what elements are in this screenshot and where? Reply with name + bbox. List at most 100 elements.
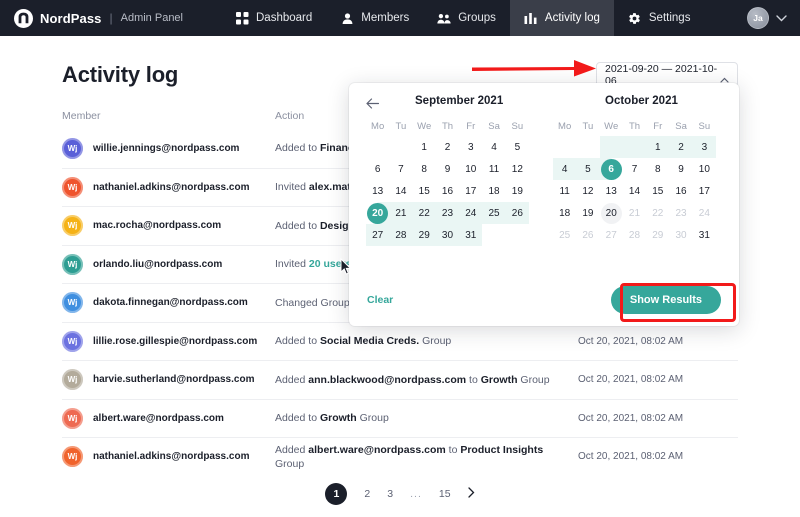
table-row[interactable]: Wjlillie.rose.gillespie@nordpass.comAdde… bbox=[62, 322, 738, 361]
calendar-day-label: 30 bbox=[442, 230, 453, 241]
calendar-day-11[interactable]: 11 bbox=[482, 158, 505, 180]
calendar-day-label: 1 bbox=[421, 142, 427, 153]
calendar-day-24[interactable]: 24 bbox=[459, 202, 482, 224]
calendar-day-4[interactable]: 4 bbox=[482, 136, 505, 158]
calendar-day-6[interactable]: 6 bbox=[366, 158, 389, 180]
calendar-day-label: 2 bbox=[678, 142, 684, 153]
calendar-day-4[interactable]: 4 bbox=[553, 158, 576, 180]
calendar-day-9[interactable]: 9 bbox=[669, 158, 692, 180]
account-avatar[interactable]: Ja bbox=[747, 7, 769, 29]
calendar-day-label: 25 bbox=[559, 230, 570, 241]
calendar-day-12[interactable]: 12 bbox=[506, 158, 529, 180]
calendar-day-15[interactable]: 15 bbox=[646, 180, 669, 202]
calendar-day-15[interactable]: 15 bbox=[413, 180, 436, 202]
calendar-day-31[interactable]: 31 bbox=[693, 224, 716, 246]
calendar-day-label: 28 bbox=[395, 230, 406, 241]
calendar-day-8[interactable]: 8 bbox=[646, 158, 669, 180]
calendar-day-13[interactable]: 13 bbox=[600, 180, 623, 202]
calendar-day-5[interactable]: 5 bbox=[506, 136, 529, 158]
calendar-day-25[interactable]: 25 bbox=[482, 202, 505, 224]
calendar-day-26[interactable]: 26 bbox=[506, 202, 529, 224]
calendar-day-14[interactable]: 14 bbox=[389, 180, 412, 202]
calendar-day-18[interactable]: 18 bbox=[553, 202, 576, 224]
arrow-left-icon[interactable] bbox=[366, 96, 379, 109]
chevron-right-icon[interactable] bbox=[468, 485, 475, 503]
calendar-day-5[interactable]: 5 bbox=[576, 158, 599, 180]
calendar-day-19[interactable]: 19 bbox=[506, 180, 529, 202]
calendar-day-28[interactable]: 28 bbox=[389, 224, 412, 246]
calendar-day-7[interactable]: 7 bbox=[389, 158, 412, 180]
brand-logo-area[interactable]: NordPass | Admin Panel bbox=[0, 9, 183, 28]
calendar-day-1[interactable]: 1 bbox=[646, 136, 669, 158]
account-menu[interactable]: Ja bbox=[747, 7, 800, 29]
table-row[interactable]: Wjnathaniel.adkins@nordpass.comAdded alb… bbox=[62, 437, 738, 476]
calendar-day-16[interactable]: 16 bbox=[669, 180, 692, 202]
calendar-day-18[interactable]: 18 bbox=[482, 180, 505, 202]
calendar-day-label: 10 bbox=[699, 164, 710, 175]
nav-item-activity-log[interactable]: Activity log bbox=[510, 0, 614, 36]
calendar-day-7[interactable]: 7 bbox=[623, 158, 646, 180]
calendar-day-1[interactable]: 1 bbox=[413, 136, 436, 158]
calendar-day-12[interactable]: 12 bbox=[576, 180, 599, 202]
member-email: albert.ware@nordpass.com bbox=[93, 413, 224, 424]
table-row[interactable]: Wjalbert.ware@nordpass.comAdded to Growt… bbox=[62, 399, 738, 438]
pagination-page-2[interactable]: 2 bbox=[364, 488, 370, 500]
calendar-day-10[interactable]: 10 bbox=[693, 158, 716, 180]
calendar-day-label: 28 bbox=[629, 230, 640, 241]
calendar-day-11[interactable]: 11 bbox=[553, 180, 576, 202]
column-header-member: Member bbox=[62, 110, 275, 122]
calendar-day-25: 25 bbox=[553, 224, 576, 246]
member-email: mac.rocha@nordpass.com bbox=[93, 220, 221, 231]
weekday-header: MoTuWeThFrSaSu bbox=[366, 121, 529, 132]
calendar-day-8[interactable]: 8 bbox=[413, 158, 436, 180]
calendar-day-17[interactable]: 17 bbox=[459, 180, 482, 202]
weekday-label: Fr bbox=[646, 121, 669, 132]
calendar-day-16[interactable]: 16 bbox=[436, 180, 459, 202]
calendar-day-10[interactable]: 10 bbox=[459, 158, 482, 180]
nav-item-settings[interactable]: Settings bbox=[614, 0, 705, 36]
chevron-up-icon[interactable] bbox=[720, 70, 729, 79]
show-results-button[interactable]: Show Results bbox=[611, 286, 721, 314]
nav-item-members[interactable]: Members bbox=[326, 0, 423, 36]
calendar-day-22[interactable]: 22 bbox=[413, 202, 436, 224]
pagination-page-3[interactable]: 3 bbox=[387, 488, 393, 500]
calendar-day-23[interactable]: 23 bbox=[436, 202, 459, 224]
calendar-day-20[interactable]: 20 bbox=[600, 202, 623, 224]
nav-item-dashboard[interactable]: Dashboard bbox=[221, 0, 326, 36]
cell-action: Added albert.ware@nordpass.com to Produc… bbox=[275, 443, 578, 471]
pagination-page-1[interactable]: 1 bbox=[325, 483, 347, 505]
chevron-down-icon[interactable] bbox=[776, 9, 787, 27]
admin-panel-window: NordPass | Admin Panel Dashboard Members bbox=[0, 0, 800, 517]
calendar-day-27[interactable]: 27 bbox=[366, 224, 389, 246]
calendar-day-20[interactable]: 20 bbox=[366, 202, 389, 224]
calendar-day-29[interactable]: 29 bbox=[413, 224, 436, 246]
calendar-day-label: 19 bbox=[582, 208, 593, 219]
calendar-day-label: 3 bbox=[702, 142, 708, 153]
calendar-day-label: 12 bbox=[582, 186, 593, 197]
calendar-day-label: 9 bbox=[678, 164, 684, 175]
calendar-day-17[interactable]: 17 bbox=[693, 180, 716, 202]
calendar-day-label: 16 bbox=[676, 186, 687, 197]
calendar-day-30[interactable]: 30 bbox=[436, 224, 459, 246]
calendar-day-2[interactable]: 2 bbox=[669, 136, 692, 158]
calendar-day-19[interactable]: 19 bbox=[576, 202, 599, 224]
weekday-label: Sa bbox=[482, 121, 505, 132]
calendar-day-label: 29 bbox=[652, 230, 663, 241]
member-email: nathaniel.adkins@nordpass.com bbox=[93, 182, 249, 193]
calendar-day-3[interactable]: 3 bbox=[459, 136, 482, 158]
calendar-day-13[interactable]: 13 bbox=[366, 180, 389, 202]
nav-item-groups[interactable]: Groups bbox=[423, 0, 510, 36]
calendar-day-3[interactable]: 3 bbox=[693, 136, 716, 158]
calendar-day-2[interactable]: 2 bbox=[436, 136, 459, 158]
calendar-day-label: 21 bbox=[395, 208, 406, 219]
calendar-day-6[interactable]: 6 bbox=[600, 158, 623, 180]
calendar-day-31[interactable]: 31 bbox=[459, 224, 482, 246]
calendar-day-21[interactable]: 21 bbox=[389, 202, 412, 224]
calendar-day-14[interactable]: 14 bbox=[623, 180, 646, 202]
clear-button[interactable]: Clear bbox=[367, 294, 393, 306]
calendar-day-label: 26 bbox=[582, 230, 593, 241]
table-row[interactable]: Wjharvie.sutherland@nordpass.comAdded an… bbox=[62, 360, 738, 399]
pagination-page-15[interactable]: 15 bbox=[439, 488, 451, 500]
calendar-day-9[interactable]: 9 bbox=[436, 158, 459, 180]
nav-label-dashboard: Dashboard bbox=[256, 12, 312, 24]
